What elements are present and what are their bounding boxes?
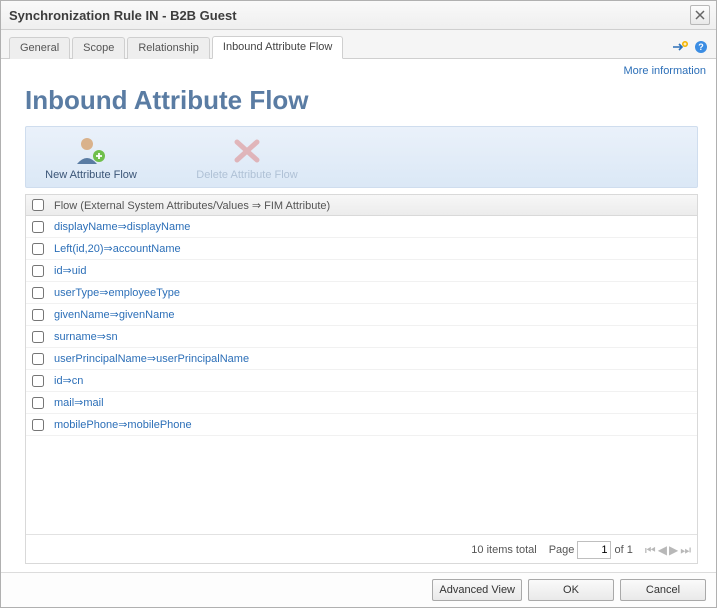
- ok-button[interactable]: OK: [528, 579, 614, 601]
- flow-link[interactable]: userType⇒employeeType: [54, 287, 180, 299]
- row-select-cell[interactable]: [26, 287, 50, 299]
- row-checkbox[interactable]: [32, 375, 44, 387]
- row-select-cell[interactable]: [26, 375, 50, 387]
- close-button[interactable]: [690, 5, 710, 25]
- tab-general[interactable]: General: [9, 37, 70, 59]
- row-checkbox[interactable]: [32, 397, 44, 409]
- row-flow-cell: id⇒cn: [50, 374, 697, 387]
- row-flow-cell: mobilePhone⇒mobilePhone: [50, 418, 697, 431]
- flow-link[interactable]: userPrincipalName⇒userPrincipalName: [54, 353, 249, 365]
- row-flow-cell: userPrincipalName⇒userPrincipalName: [50, 352, 697, 365]
- flow-link[interactable]: displayName⇒displayName: [54, 221, 190, 233]
- total-items-label: 10 items total: [471, 544, 536, 556]
- table-header-row: Flow (External System Attributes/Values …: [26, 195, 697, 216]
- row-flow-cell: givenName⇒givenName: [50, 308, 697, 321]
- row-checkbox[interactable]: [32, 265, 44, 277]
- cancel-button[interactable]: Cancel: [620, 579, 706, 601]
- row-select-cell[interactable]: [26, 353, 50, 365]
- flow-link[interactable]: mail⇒mail: [54, 397, 104, 409]
- table-row: userPrincipalName⇒userPrincipalName: [26, 348, 697, 370]
- row-select-cell[interactable]: [26, 243, 50, 255]
- column-header-flow[interactable]: Flow (External System Attributes/Values …: [50, 199, 697, 212]
- row-flow-cell: id⇒uid: [50, 264, 697, 277]
- info-row: More information: [1, 59, 716, 79]
- attribute-flow-table: Flow (External System Attributes/Values …: [25, 194, 698, 564]
- table-body: displayName⇒displayName Left(id,20)⇒accou…: [26, 216, 697, 534]
- pager-next-icon[interactable]: ▶: [669, 543, 678, 558]
- row-select-cell[interactable]: [26, 419, 50, 431]
- table-row: userType⇒employeeType: [26, 282, 697, 304]
- table-row: surname⇒sn: [26, 326, 697, 348]
- table-row: mobilePhone⇒mobilePhone: [26, 414, 697, 436]
- table-row: givenName⇒givenName: [26, 304, 697, 326]
- page-controls: Page of 1: [549, 541, 633, 559]
- row-flow-cell: Left(id,20)⇒accountName: [50, 242, 697, 255]
- row-flow-cell: surname⇒sn: [50, 330, 697, 343]
- add-rule-icon[interactable]: [672, 40, 688, 54]
- page-number-input[interactable]: [577, 541, 611, 559]
- table-row: Left(id,20)⇒accountName: [26, 238, 697, 260]
- row-select-cell[interactable]: [26, 309, 50, 321]
- help-icon[interactable]: ?: [694, 40, 708, 54]
- action-bar: New Attribute Flow Delete Attribute Flow: [25, 126, 698, 188]
- window-title: Synchronization Rule IN - B2B Guest: [9, 8, 237, 23]
- row-checkbox[interactable]: [32, 353, 44, 365]
- row-flow-cell: userType⇒employeeType: [50, 286, 697, 299]
- row-select-cell[interactable]: [26, 331, 50, 343]
- dialog-footer: Advanced View OK Cancel: [1, 572, 716, 607]
- pager-last-icon[interactable]: ⏭: [680, 543, 691, 558]
- page-title: Inbound Attribute Flow: [25, 85, 698, 116]
- close-icon: [695, 10, 705, 20]
- tabstrip: General Scope Relationship Inbound Attri…: [1, 30, 716, 59]
- more-information-link[interactable]: More information: [623, 65, 706, 77]
- svg-text:?: ?: [698, 42, 704, 52]
- row-checkbox[interactable]: [32, 287, 44, 299]
- row-select-cell[interactable]: [26, 265, 50, 277]
- row-flow-cell: displayName⇒displayName: [50, 220, 697, 233]
- page-label: Page: [549, 544, 575, 556]
- row-checkbox[interactable]: [32, 243, 44, 255]
- new-attribute-flow-button[interactable]: New Attribute Flow: [26, 131, 156, 183]
- row-flow-cell: mail⇒mail: [50, 396, 697, 409]
- row-checkbox[interactable]: [32, 419, 44, 431]
- flow-link[interactable]: surname⇒sn: [54, 331, 118, 343]
- flow-link[interactable]: id⇒uid: [54, 265, 86, 277]
- select-all-cell[interactable]: [26, 199, 50, 211]
- row-checkbox[interactable]: [32, 309, 44, 321]
- table-row: id⇒cn: [26, 370, 697, 392]
- flow-link[interactable]: Left(id,20)⇒accountName: [54, 243, 181, 255]
- page-of-label: of 1: [615, 544, 633, 556]
- row-select-cell[interactable]: [26, 221, 50, 233]
- titlebar: Synchronization Rule IN - B2B Guest: [1, 1, 716, 30]
- delete-attribute-flow-label: Delete Attribute Flow: [196, 169, 298, 181]
- pager-first-icon[interactable]: ⏮: [645, 543, 656, 558]
- flow-link[interactable]: givenName⇒givenName: [54, 309, 175, 321]
- select-all-checkbox[interactable]: [32, 199, 44, 211]
- advanced-view-button[interactable]: Advanced View: [432, 579, 522, 601]
- table-row: displayName⇒displayName: [26, 216, 697, 238]
- table-row: mail⇒mail: [26, 392, 697, 414]
- row-select-cell[interactable]: [26, 397, 50, 409]
- row-checkbox[interactable]: [32, 221, 44, 233]
- sync-rule-dialog: Synchronization Rule IN - B2B Guest Gene…: [0, 0, 717, 608]
- tab-scope[interactable]: Scope: [72, 37, 125, 59]
- row-checkbox[interactable]: [32, 331, 44, 343]
- tabstrip-right-icons: ?: [672, 40, 708, 58]
- tab-relationship[interactable]: Relationship: [127, 37, 210, 59]
- delete-x-icon: [231, 133, 263, 167]
- pager-nav: ⏮ ◀ ▶ ⏭: [645, 543, 691, 558]
- user-add-icon: [73, 133, 109, 167]
- table-row: id⇒uid: [26, 260, 697, 282]
- content-area: Inbound Attribute Flow New Attribute Flo…: [1, 79, 716, 572]
- flow-link[interactable]: mobilePhone⇒mobilePhone: [54, 419, 192, 431]
- delete-attribute-flow-button: Delete Attribute Flow: [182, 131, 312, 183]
- tab-inbound-attribute-flow[interactable]: Inbound Attribute Flow: [212, 36, 343, 59]
- pager: 10 items total Page of 1 ⏮ ◀ ▶ ⏭: [26, 534, 697, 563]
- flow-link[interactable]: id⇒cn: [54, 375, 83, 387]
- pager-prev-icon[interactable]: ◀: [658, 543, 667, 558]
- new-attribute-flow-label: New Attribute Flow: [45, 169, 137, 181]
